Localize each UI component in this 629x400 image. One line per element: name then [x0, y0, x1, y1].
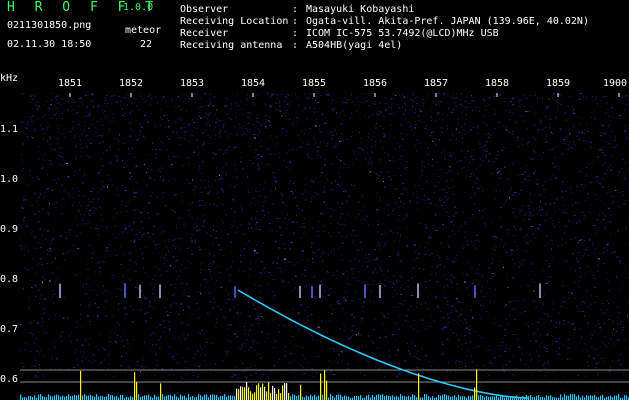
receiver-sep: :: [292, 28, 299, 39]
time-tick: 1857: [424, 78, 449, 89]
freq-tick: 0.9: [0, 224, 19, 235]
time-tick: 1853: [180, 78, 205, 89]
freq-tick: 0.6: [0, 374, 19, 385]
receiver-label: Receiver: [180, 28, 229, 39]
receiver-value: ICOM IC-575 53.7492(@LCD)MHz USB: [306, 28, 499, 39]
observer-sep: :: [292, 4, 299, 15]
location-sep: :: [292, 16, 299, 27]
time-tick: 1854: [241, 78, 266, 89]
app-version: 1.0.0: [123, 2, 154, 13]
antenna-label: Receiving antenna: [180, 40, 283, 51]
freq-tick: 0.7: [0, 324, 19, 335]
header: H R O F F T 1.0.0 0211301850.png meteor …: [0, 0, 629, 70]
location-label: Receiving Location: [180, 16, 289, 27]
time-tick: 1858: [485, 78, 510, 89]
time-tick: 1851: [58, 78, 83, 89]
location-value: Ogata-vill. Akita-Pref. JAPAN (139.96E, …: [306, 16, 589, 27]
freq-tick: 1.0: [0, 174, 19, 185]
observer-row: Observer : Masayuki Kobayashi: [180, 4, 414, 16]
spectrogram-background: [20, 93, 629, 400]
meteor-label: meteor: [125, 25, 162, 36]
time-tick: 1900: [603, 78, 628, 89]
time-tick: 1855: [302, 78, 327, 89]
location-row: Receiving Location : Ogata-vill. Akita-P…: [180, 16, 589, 28]
date-time: 02.11.30 18:50: [7, 39, 92, 50]
freq-tick: 1.1: [0, 124, 19, 135]
time-axis: 1851 1852 1853 1854 1855 1856 1857 1858 …: [20, 78, 629, 92]
antenna-sep: :: [292, 40, 299, 51]
antenna-row: Receiving antenna : A504HB(yagi 4el): [180, 40, 402, 52]
time-tick: 1859: [546, 78, 571, 89]
time-tick: 1856: [363, 78, 388, 89]
meteor-count: 22: [140, 39, 153, 50]
observer-value: Masayuki Kobayashi: [306, 4, 415, 15]
receiver-row: Receiver : ICOM IC-575 53.7492(@LCD)MHz …: [180, 28, 499, 40]
antenna-value: A504HB(yagi 4el): [306, 40, 403, 51]
freq-tick: 0.8: [0, 274, 19, 285]
freq-unit-label: kHz: [0, 73, 19, 84]
spectrogram-plot: [20, 93, 629, 400]
time-tick: 1852: [119, 78, 144, 89]
observer-label: Observer: [180, 4, 229, 15]
file-name: 0211301850.png: [7, 20, 92, 31]
